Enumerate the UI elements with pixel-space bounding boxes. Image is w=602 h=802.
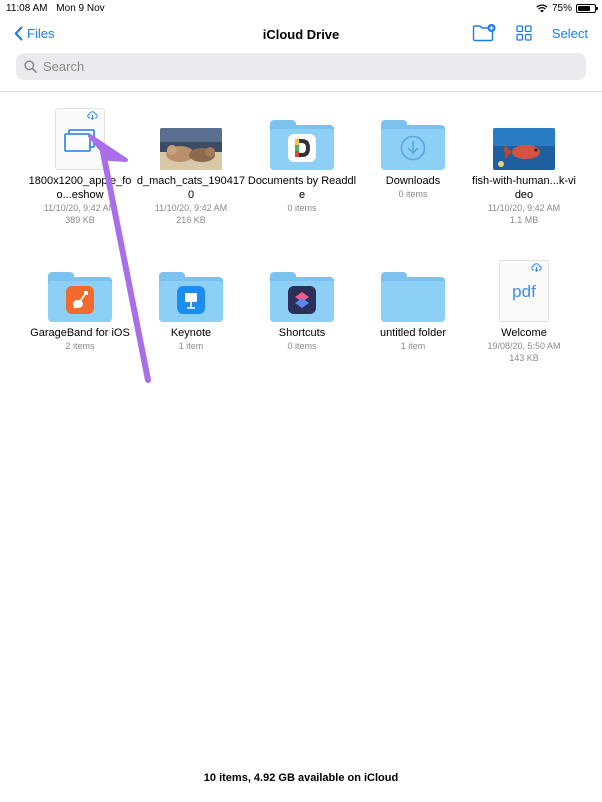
file-item-cats[interactable]: d_mach_cats_1904170 11/10/20, 9:42 AM 21… (136, 100, 246, 226)
keynote-doc-icon (55, 108, 105, 170)
item-count: 1 item (400, 341, 426, 351)
item-name: Documents by Readdle (247, 175, 357, 201)
folder-icon (270, 120, 334, 170)
folder-thumbnail (247, 252, 357, 322)
pdf-doc-icon: pdf (499, 260, 549, 322)
garageband-app-icon (66, 286, 94, 314)
folder-plus-icon (472, 24, 496, 42)
file-thumbnail (469, 100, 579, 170)
cat-photo-image (160, 128, 222, 170)
folder-icon (381, 120, 445, 170)
folder-item-keynote[interactable]: Keynote 1 item (136, 252, 246, 352)
item-size: 143 KB (509, 353, 539, 363)
item-name: GarageBand for iOS (30, 327, 130, 339)
select-button[interactable]: Select (552, 26, 588, 41)
folder-item-garageband[interactable]: GarageBand for iOS 2 items (25, 252, 135, 352)
item-date: 11/10/20, 9:42 AM (154, 203, 228, 213)
file-thumbnail (25, 100, 135, 170)
documents-app-icon (288, 134, 316, 162)
slides-icon (64, 129, 95, 152)
item-date: 19/08/20, 5:50 AM (487, 341, 561, 351)
item-count: 0 items (287, 203, 317, 213)
battery-fill (578, 6, 590, 11)
pdf-label: pdf (512, 282, 536, 301)
item-count: 0 items (287, 341, 317, 351)
folder-thumbnail (358, 100, 468, 170)
download-circle-icon (400, 135, 426, 161)
divider (0, 91, 602, 92)
item-count: 2 items (65, 341, 95, 351)
folder-thumbnail (247, 100, 357, 170)
search-input[interactable] (43, 59, 563, 74)
battery-icon (576, 4, 598, 13)
item-name: d_mach_cats_1904170 (136, 175, 246, 201)
item-name: untitled folder (379, 327, 447, 339)
item-name: Welcome (501, 327, 547, 339)
item-size: 1.1 MB (509, 215, 539, 225)
folder-icon (270, 272, 334, 322)
search-bar[interactable] (16, 53, 586, 80)
status-left: 11:08 AM Mon 9 Nov (6, 3, 111, 14)
keynote-app-icon (177, 286, 205, 314)
item-date: 11/10/20, 9:42 AM (487, 203, 561, 213)
file-item-1800x1200[interactable]: 1800x1200_apple_foo...eshow 11/10/20, 9:… (25, 100, 135, 226)
item-name: Shortcuts (278, 327, 326, 339)
grid-icon (516, 25, 532, 41)
folder-thumbnail (136, 252, 246, 322)
fish-video-thumbnail (493, 128, 555, 170)
file-thumbnail (136, 100, 246, 170)
folder-item-shortcuts[interactable]: Shortcuts 0 items (247, 252, 357, 352)
item-date: 11/10/20, 9:42 AM (43, 203, 117, 213)
status-right: 75% (536, 3, 598, 14)
folder-item-untitled[interactable]: untitled folder 1 item (358, 252, 468, 352)
nav-actions: Select (472, 24, 588, 42)
item-name: Downloads (385, 175, 441, 187)
folder-icon (381, 272, 445, 322)
grid-view-button[interactable] (516, 25, 532, 41)
folder-item-documents[interactable]: Documents by Readdle 0 items (247, 100, 357, 214)
nav-bar: Files iCloud Drive Select (0, 18, 602, 52)
shortcuts-app-icon (288, 286, 316, 314)
wifi-icon (536, 4, 548, 13)
item-size: 216 KB (176, 215, 206, 225)
new-folder-button[interactable] (472, 24, 496, 42)
storage-summary: 10 items, 4.92 GB available on iCloud (203, 772, 399, 784)
status-date: Mon 9 Nov (56, 3, 105, 14)
file-item-welcome[interactable]: pdf Welcome 19/08/20, 5:50 AM 143 KB (469, 252, 579, 364)
folder-item-downloads[interactable]: Downloads 0 items (358, 100, 468, 200)
item-size: 389 KB (65, 215, 95, 225)
status-time: 11:08 AM (6, 3, 48, 14)
folder-icon (48, 272, 112, 322)
item-name: 1800x1200_apple_foo...eshow (28, 175, 132, 201)
item-count: 0 items (398, 189, 428, 199)
folder-icon (159, 272, 223, 322)
item-name: Keynote (170, 327, 212, 339)
item-name: fish-with-human...k-video (472, 175, 576, 201)
folder-thumbnail (358, 252, 468, 322)
battery-percent: 75% (551, 3, 572, 14)
cloud-download-icon (87, 111, 98, 120)
file-item-fish-video[interactable]: fish-with-human...k-video 11/10/20, 9:42… (469, 100, 579, 226)
cloud-download-icon (531, 263, 542, 272)
status-bar: 11:08 AM Mon 9 Nov 75% (0, 0, 602, 18)
file-thumbnail: pdf (469, 252, 579, 322)
search-icon (24, 60, 37, 73)
folder-thumbnail (25, 252, 135, 322)
item-count: 1 item (178, 341, 204, 351)
